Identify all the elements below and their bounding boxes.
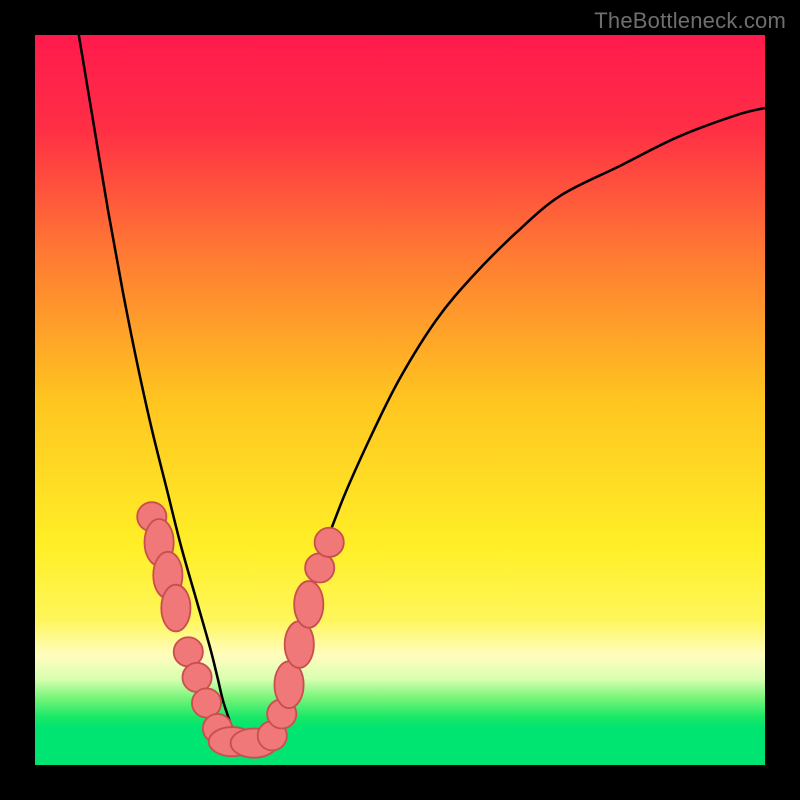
marker-point: [315, 528, 344, 557]
chart-svg: [35, 35, 765, 765]
plot-area: [35, 35, 765, 765]
outer-frame: TheBottleneck.com: [0, 0, 800, 800]
watermark-text: TheBottleneck.com: [594, 8, 786, 34]
marker-point: [161, 585, 190, 632]
marker-point: [294, 581, 323, 628]
curve-markers: [137, 502, 344, 758]
